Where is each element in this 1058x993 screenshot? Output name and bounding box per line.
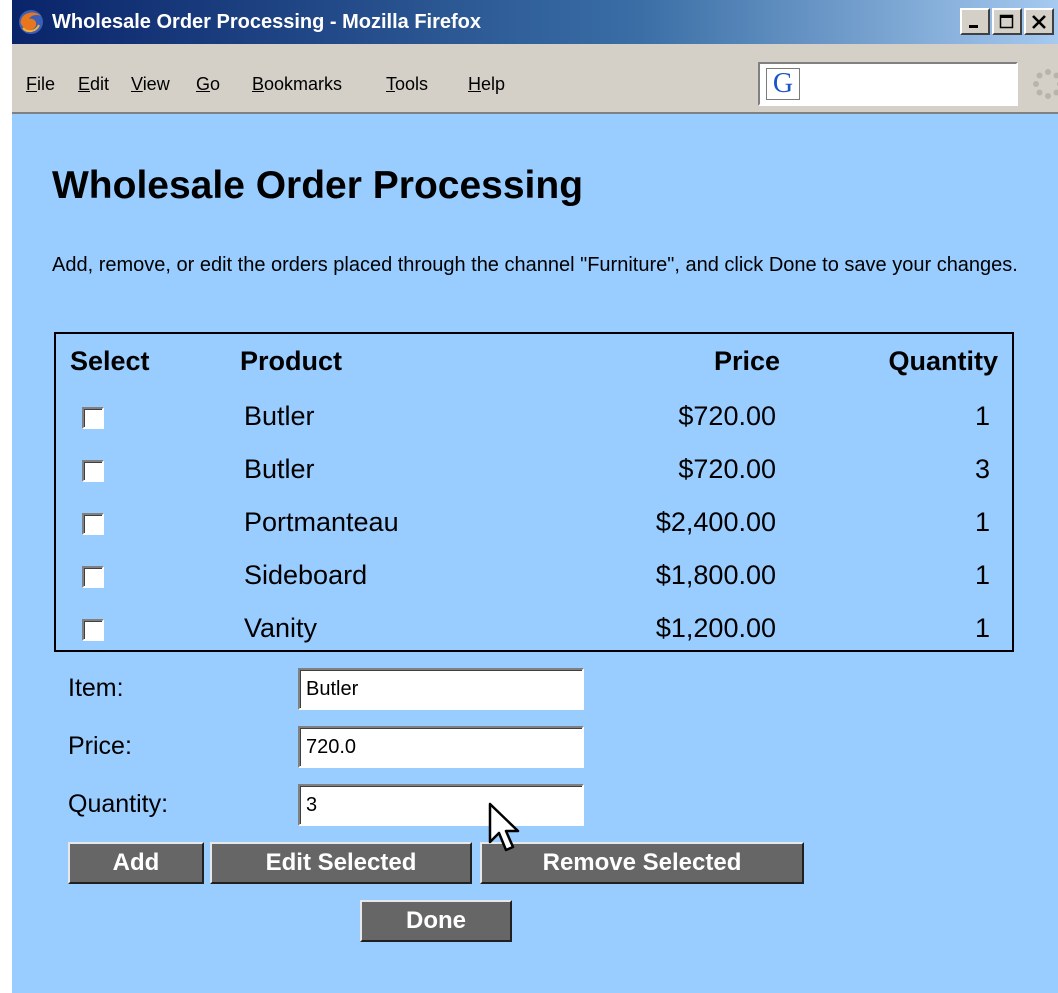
instructions-text: Add, remove, or edit the orders placed t… xyxy=(52,254,1018,276)
table-row: Butler $720.00 3 xyxy=(56,445,1012,498)
table-row: Butler $720.00 1 xyxy=(56,392,1012,445)
menu-edit[interactable]: Edit xyxy=(78,74,131,95)
menu-help[interactable]: Help xyxy=(468,74,505,95)
header-select: Select xyxy=(70,346,150,376)
product-cell: Portmanteau xyxy=(244,507,399,537)
close-button[interactable] xyxy=(1024,8,1054,35)
maximize-button[interactable] xyxy=(992,8,1022,35)
done-button[interactable]: Done xyxy=(360,900,512,942)
quantity-cell: 1 xyxy=(974,613,990,643)
quantity-label: Quantity: xyxy=(68,790,169,818)
window-controls xyxy=(960,8,1054,35)
maximize-icon xyxy=(999,14,1014,28)
remove-selected-button[interactable]: Remove Selected xyxy=(480,842,804,884)
table-row: Portmanteau $2,400.00 1 xyxy=(56,498,1012,551)
quantity-cell: 1 xyxy=(974,507,990,537)
page-content: Wholesale Order Processing Add, remove, … xyxy=(12,114,1058,993)
select-checkbox[interactable] xyxy=(82,566,104,588)
quantity-cell: 1 xyxy=(974,560,990,590)
table-row: Vanity $1,200.00 1 xyxy=(56,604,1012,657)
table-row: Sideboard $1,800.00 1 xyxy=(56,551,1012,604)
browser-window: Wholesale Order Processing - Mozilla Fir… xyxy=(0,0,1058,993)
throbber-icon xyxy=(1033,69,1058,99)
select-checkbox[interactable] xyxy=(82,619,104,641)
price-cell: $1,200.00 xyxy=(655,613,776,643)
item-label: Item: xyxy=(68,674,124,702)
quantity-cell: 1 xyxy=(974,401,990,431)
quantity-input[interactable] xyxy=(298,784,584,826)
page-title: Wholesale Order Processing xyxy=(52,164,584,207)
menu-items: File Edit View Go Bookmarks Tools Help xyxy=(26,74,505,95)
firefox-icon xyxy=(16,7,46,37)
product-cell: Butler xyxy=(244,454,315,484)
price-cell: $720.00 xyxy=(678,454,776,484)
menu-tools[interactable]: Tools xyxy=(386,74,468,95)
product-cell: Sideboard xyxy=(244,560,368,590)
edit-selected-button[interactable]: Edit Selected xyxy=(210,842,472,884)
price-input[interactable] xyxy=(298,726,584,768)
header-product: Product xyxy=(240,346,343,376)
minimize-icon xyxy=(969,24,978,28)
select-checkbox[interactable] xyxy=(82,460,104,482)
menu-bar: File Edit View Go Bookmarks Tools Help G xyxy=(12,44,1058,114)
product-cell: Vanity xyxy=(244,613,318,643)
price-cell: $2,400.00 xyxy=(655,507,776,537)
add-button[interactable]: Add xyxy=(68,842,204,884)
menu-bookmarks[interactable]: Bookmarks xyxy=(252,74,386,95)
title-bar[interactable]: Wholesale Order Processing - Mozilla Fir… xyxy=(12,0,1058,44)
price-cell: $720.00 xyxy=(678,401,776,431)
menu-file[interactable]: File xyxy=(26,74,78,95)
minimize-button[interactable] xyxy=(960,8,990,35)
menu-view[interactable]: View xyxy=(131,74,196,95)
close-icon xyxy=(1032,14,1046,29)
select-checkbox[interactable] xyxy=(82,407,104,429)
search-box[interactable]: G xyxy=(758,62,1018,106)
price-label: Price: xyxy=(68,732,132,760)
quantity-cell: 3 xyxy=(974,454,990,484)
google-search-engine-icon[interactable]: G xyxy=(766,68,800,100)
item-input[interactable] xyxy=(298,668,584,710)
header-price: Price xyxy=(713,346,780,376)
price-cell: $1,800.00 xyxy=(655,560,776,590)
orders-table: Select Product Price Quantity Butler $72… xyxy=(54,332,1014,652)
product-cell: Butler xyxy=(244,401,315,431)
menu-go[interactable]: Go xyxy=(196,74,252,95)
window-title: Wholesale Order Processing - Mozilla Fir… xyxy=(52,10,481,33)
header-quantity: Quantity xyxy=(888,346,998,376)
select-checkbox[interactable] xyxy=(82,513,104,535)
